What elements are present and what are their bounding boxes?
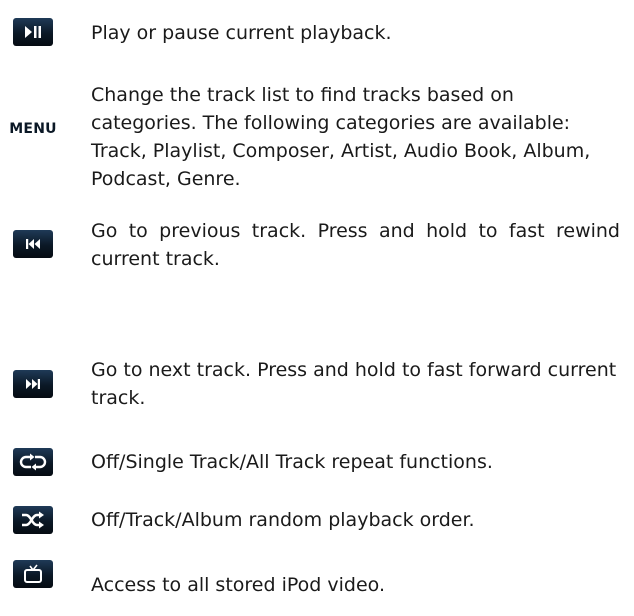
play-pause-description: Play or pause current playback. xyxy=(91,22,392,44)
menu-icon: MENU xyxy=(8,115,58,143)
video-icon xyxy=(13,560,53,588)
shuffle-icon xyxy=(13,506,53,534)
next-track-icon xyxy=(13,370,53,398)
previous-track-icon xyxy=(13,230,53,258)
previous-track-description: Go to previous track. Press and hold to … xyxy=(91,220,620,270)
video-description: Access to all stored iPod video. xyxy=(91,574,385,596)
shuffle-description: Off/Track/Album random playback order. xyxy=(91,509,475,531)
repeat-description: Off/Single Track/All Track repeat functi… xyxy=(91,451,493,473)
menu-icon-label: MENU xyxy=(9,121,57,137)
repeat-icon xyxy=(13,448,53,476)
play-pause-icon xyxy=(13,18,53,46)
menu-description: Change the track list to find tracks bas… xyxy=(91,84,591,190)
next-track-description: Go to next track. Press and hold to fast… xyxy=(91,359,617,409)
